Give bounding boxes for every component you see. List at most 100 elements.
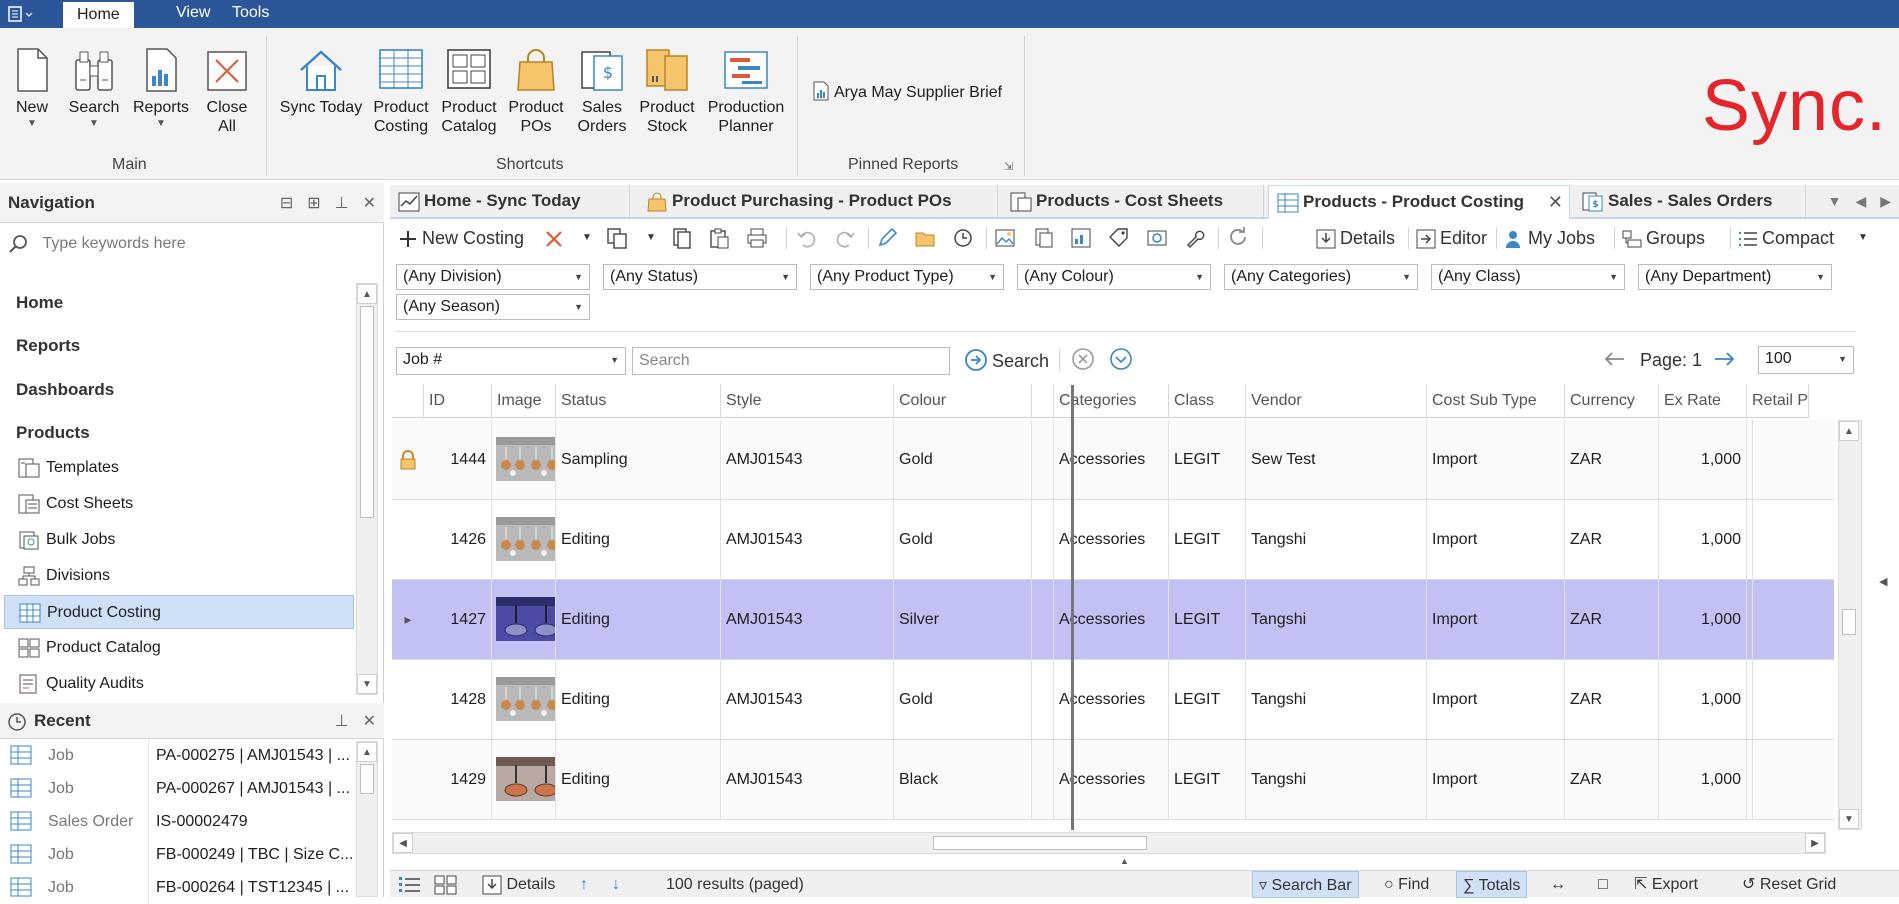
cell-id[interactable]: 1427 <box>424 580 492 659</box>
column-header[interactable]: Class <box>1169 384 1246 418</box>
doc-tab-cost-sheets[interactable]: Products - Cost Sheets <box>1002 185 1264 219</box>
cell-style[interactable]: AMJ01543 <box>721 660 894 739</box>
recent-item[interactable]: Job FB-000264 | TST12345 | ... <box>0 871 355 904</box>
copy-dropdown-icon[interactable]: ▼ <box>646 225 656 251</box>
scroll-right-icon[interactable]: ▶ <box>1805 833 1825 853</box>
paste-button[interactable] <box>708 225 734 251</box>
nav-item-product-costing[interactable]: Product Costing <box>4 595 354 629</box>
scroll-up-icon[interactable]: ▲ <box>357 742 377 762</box>
image-button[interactable] <box>994 225 1020 251</box>
cell-class[interactable]: LEGIT <box>1169 500 1246 579</box>
scroll-up-icon[interactable]: ▲ <box>1839 421 1859 441</box>
production-planner-shortcut[interactable]: Production Planner <box>704 46 788 136</box>
cell-cost-sub-type[interactable]: Import <box>1427 500 1565 579</box>
cell-colour[interactable]: Silver <box>894 580 1032 659</box>
cell-id[interactable]: 1428 <box>424 660 492 739</box>
details-toggle-button[interactable]: Details <box>1316 225 1395 251</box>
cell-ex-rate[interactable]: 1,000 <box>1659 580 1747 659</box>
cell-vendor[interactable]: Tangshi <box>1246 500 1427 579</box>
totals-toggle[interactable]: ∑ Totals <box>1456 871 1528 898</box>
column-header[interactable] <box>1032 384 1054 418</box>
dialog-launcher-icon[interactable]: ⇲ <box>1004 160 1013 173</box>
product-catalog-shortcut[interactable]: Product Catalog <box>438 46 500 136</box>
department-filter[interactable]: (Any Department) ▼ <box>1638 264 1832 290</box>
nav-item-bulk-jobs[interactable]: Bulk Jobs <box>4 523 354 557</box>
sales-orders-shortcut[interactable]: $ Sales Orders <box>572 46 632 136</box>
cell-vendor[interactable]: Tangshi <box>1246 740 1427 819</box>
compact-button[interactable]: Compact <box>1738 225 1834 251</box>
nav-item-cost-sheets[interactable]: Cost Sheets <box>4 487 354 521</box>
scrollbar-thumb[interactable] <box>360 306 374 518</box>
search-bar-toggle[interactable]: ▿ Search Bar <box>1252 871 1359 898</box>
column-header[interactable]: Vendor <box>1246 384 1427 418</box>
page-size-select[interactable]: 100 ▼ <box>1758 346 1854 374</box>
table-cell[interactable] <box>1032 660 1054 739</box>
cell-ex-rate[interactable]: 1,000 <box>1659 740 1747 819</box>
cell-ex-rate[interactable]: 1,000 <box>1659 660 1747 739</box>
doc-tab-product-purchasing[interactable]: Product Purchasing - Product POs <box>638 185 998 219</box>
delete-button[interactable] <box>544 225 568 251</box>
editor-toggle-button[interactable]: Editor <box>1416 225 1487 251</box>
open-folder-button[interactable] <box>914 225 940 251</box>
recent-item[interactable]: Job PA-000267 | AMJ01543 | ... <box>0 772 355 805</box>
pin-icon[interactable]: ⊥ <box>335 195 349 212</box>
scrollbar-thumb[interactable] <box>360 764 374 794</box>
report-button[interactable] <box>1070 225 1096 251</box>
column-header[interactable]: Image <box>492 384 556 418</box>
table-cell[interactable] <box>1747 580 1753 659</box>
table-cell[interactable] <box>1032 740 1054 819</box>
scroll-down-icon[interactable]: ▼ <box>1839 809 1859 829</box>
product-image-cell[interactable] <box>492 500 556 579</box>
card-view-button[interactable] <box>434 871 458 898</box>
table-cell[interactable] <box>1747 740 1753 819</box>
print-button[interactable] <box>746 225 772 251</box>
cell-colour[interactable]: Gold <box>894 420 1032 499</box>
recent-item[interactable]: Job FB-000249 | TBC | Size C... <box>0 838 355 871</box>
product-type-filter[interactable]: (Any Product Type) ▼ <box>810 264 1004 290</box>
column-header[interactable]: Status <box>556 384 721 418</box>
move-down-button[interactable]: ↓ <box>612 871 620 898</box>
status-filter[interactable]: (Any Status) ▼ <box>603 264 797 290</box>
scroll-left-icon[interactable]: ◀ <box>393 833 413 853</box>
reset-grid-button[interactable]: ↺ Reset Grid <box>1742 871 1836 898</box>
expand-search-button[interactable] <box>1108 346 1134 377</box>
doc-tab-product-costing[interactable]: Products - Product Costing ✕ <box>1268 185 1570 219</box>
pinned-report-link[interactable]: Arya May Supplier Brief <box>812 81 1002 102</box>
product-image-cell[interactable] <box>492 660 556 739</box>
tab-scroll-left-icon[interactable]: ◀ <box>1855 193 1866 209</box>
categories-filter[interactable]: (Any Categories) ▼ <box>1224 264 1418 290</box>
grid-vertical-scrollbar[interactable]: ▲ ▼ <box>1838 420 1862 830</box>
cell-id[interactable]: 1429 <box>424 740 492 819</box>
cell-ex-rate[interactable]: 1,000 <box>1659 500 1747 579</box>
cell-style[interactable]: AMJ01543 <box>721 420 894 499</box>
doc-tab-sales-orders[interactable]: $ Sales - Sales Orders <box>1574 185 1806 219</box>
cell-status[interactable]: Editing <box>556 660 721 739</box>
recent-scrollbar[interactable]: ▲ <box>356 741 378 897</box>
history-button[interactable] <box>952 225 978 251</box>
product-image-cell[interactable] <box>492 420 556 499</box>
cell-cost-sub-type[interactable]: Import <box>1427 420 1565 499</box>
cell-currency[interactable]: ZAR <box>1565 580 1659 659</box>
column-header[interactable]: Currency <box>1565 384 1659 418</box>
close-tab-icon[interactable]: ✕ <box>1548 186 1563 218</box>
cell-status[interactable]: Editing <box>556 740 721 819</box>
table-row[interactable]: 1428 Editing AMJ01543 Gold Accessories LEGIT T… <box>392 660 1834 740</box>
table-cell[interactable] <box>1032 420 1054 499</box>
nav-group-home[interactable]: Home <box>16 293 63 313</box>
table-cell[interactable] <box>1747 660 1753 739</box>
tab-list-dropdown-icon[interactable]: ▼ <box>1828 193 1842 209</box>
tag-button[interactable] <box>1108 225 1134 251</box>
nav-item-product-catalog[interactable]: Product Catalog <box>4 631 354 665</box>
recent-item[interactable]: Job PA-000275 | AMJ01543 | ... <box>0 739 355 772</box>
column-header[interactable]: Style <box>721 384 894 418</box>
nav-item-divisions[interactable]: Divisions <box>4 559 354 593</box>
tools-button[interactable] <box>1184 225 1210 251</box>
chevron-up-icon[interactable]: ▲ <box>1120 856 1129 866</box>
product-image-cell[interactable] <box>492 740 556 819</box>
search-button[interactable]: Search ▼ <box>66 46 122 129</box>
cell-cost-sub-type[interactable]: Import <box>1427 660 1565 739</box>
cell-colour[interactable]: Black <box>894 740 1032 819</box>
cell-currency[interactable]: ZAR <box>1565 660 1659 739</box>
cell-id[interactable]: 1444 <box>424 420 492 499</box>
ribbon-tab-view[interactable]: View <box>162 0 224 28</box>
